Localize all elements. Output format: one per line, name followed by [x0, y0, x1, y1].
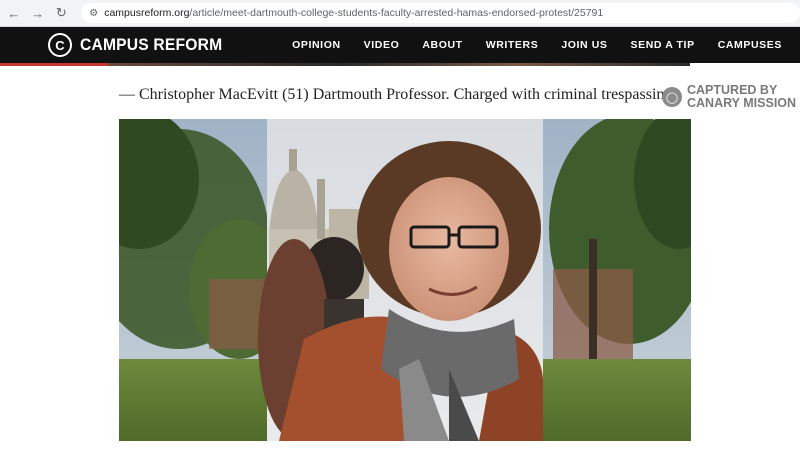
blurred-background-right — [543, 119, 691, 441]
back-icon[interactable]: ← — [4, 3, 24, 23]
nav-campuses[interactable]: CAMPUSES — [718, 39, 782, 51]
site-logo[interactable]: C CAMPUS REFORM — [48, 33, 235, 57]
browser-toolbar: ← → ↻ ⚙ campusreform.org/article/meet-da… — [0, 0, 800, 27]
url-host: campusreform.org — [104, 7, 190, 19]
nav-about[interactable]: ABOUT — [422, 39, 462, 51]
logo-text: CAMPUS REFORM — [80, 35, 223, 54]
article-photo — [119, 119, 691, 441]
site-header: C CAMPUS REFORM OPINION VIDEO ABOUT WRIT… — [0, 27, 800, 63]
nav-send-a-tip[interactable]: SEND A TIP — [631, 39, 695, 51]
previous-image-edge — [108, 63, 690, 66]
campus-reform-logo-icon: C — [48, 33, 72, 57]
canary-mission-watermark: ◯ CAPTURED BY CANARY MISSION — [662, 84, 796, 110]
nav-video[interactable]: VIDEO — [364, 39, 400, 51]
canary-mission-logo-icon: ◯ — [662, 87, 682, 107]
center-portrait — [258, 119, 543, 441]
nav-join-us[interactable]: JOIN US — [561, 39, 607, 51]
blurred-background-left — [119, 119, 289, 441]
site-info-icon[interactable]: ⚙ — [89, 8, 98, 19]
accent-strip — [0, 63, 108, 66]
main-nav: OPINION VIDEO ABOUT WRITERS JOIN US SEND… — [269, 27, 782, 63]
url-path: /article/meet-dartmouth-college-students… — [189, 7, 604, 19]
reload-icon[interactable]: ↻ — [52, 3, 72, 23]
address-bar[interactable]: ⚙ campusreform.org/article/meet-dartmout… — [81, 3, 800, 23]
watermark-line-2: CANARY MISSION — [687, 96, 797, 110]
nav-writers[interactable]: WRITERS — [486, 39, 539, 51]
nav-opinion[interactable]: OPINION — [292, 39, 341, 51]
image-caption: — Christopher MacEvitt (51) Dartmouth Pr… — [119, 86, 677, 103]
forward-icon[interactable]: → — [28, 3, 48, 23]
